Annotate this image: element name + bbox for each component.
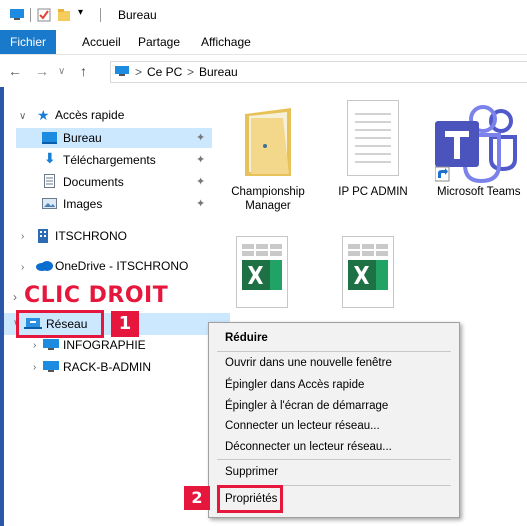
back-arrow-icon[interactable]: ←	[8, 63, 22, 79]
breadcrumb-separator: >	[135, 65, 143, 79]
menu-item-map-network-drive[interactable]: Connecter un lecteur réseau...	[225, 420, 380, 432]
building-icon	[38, 229, 48, 243]
title-bar: ▾ Bureau	[0, 0, 527, 30]
tab-affichage[interactable]: Affichage	[201, 30, 251, 54]
nav-item-bureau[interactable]: Bureau	[63, 127, 102, 149]
pin-icon: ✦	[196, 154, 206, 166]
annotation-instruction: CLIC DROIT	[24, 283, 169, 308]
menu-item-supprimer[interactable]: Supprimer	[225, 466, 278, 478]
breadcrumb-bureau[interactable]: Bureau	[199, 65, 238, 79]
forward-arrow-icon[interactable]: →	[35, 63, 49, 79]
nav-item-itschrono[interactable]: ITSCHRONO	[55, 225, 127, 247]
chevron-right-icon[interactable]: ›	[21, 262, 24, 273]
annotation-highlight-box	[217, 485, 283, 513]
nav-item-documents[interactable]: Documents	[63, 171, 124, 193]
excel-file-icon	[236, 236, 288, 308]
menu-separator	[217, 351, 451, 352]
teams-icon	[435, 105, 517, 183]
chevron-right-icon[interactable]: ›	[33, 362, 36, 373]
computer-icon	[115, 66, 129, 76]
download-icon: ⬇	[44, 150, 56, 166]
file-name: Microsoft Teams	[437, 186, 521, 198]
breadcrumb-ce-pc[interactable]: Ce PC	[147, 65, 182, 79]
images-icon	[42, 198, 57, 209]
tab-accueil[interactable]: Accueil	[82, 30, 121, 54]
cloud-icon	[36, 261, 53, 271]
up-arrow-icon[interactable]: ↑	[80, 63, 87, 79]
pin-icon: ✦	[196, 176, 206, 188]
recent-locations-icon[interactable]: ∨	[58, 66, 65, 77]
star-icon: ★	[37, 107, 50, 123]
folder-icon	[245, 108, 291, 176]
properties-quickaccess-icon[interactable]	[37, 8, 51, 22]
nav-item-onedrive[interactable]: OneDrive - ITSCHRONO	[55, 255, 188, 277]
address-bar-row: ← → ∨ ↑ > Ce PC > Bureau	[0, 55, 527, 87]
menu-item-pin-start[interactable]: Épingler à l'écran de démarrage	[225, 400, 388, 412]
chevron-right-icon[interactable]: ›	[13, 290, 17, 304]
nav-item-telechargements[interactable]: Téléchargements	[63, 149, 156, 171]
excel-file-icon	[342, 236, 394, 308]
pin-icon: ✦	[196, 132, 206, 144]
computer-icon	[43, 361, 59, 372]
nav-item-images[interactable]: Images	[63, 193, 102, 215]
documents-icon	[44, 174, 55, 188]
menu-item-disconnect-network-drive[interactable]: Déconnecter un lecteur réseau...	[225, 441, 392, 453]
desktop-icon	[42, 132, 57, 144]
breadcrumb-separator: >	[187, 65, 195, 79]
tab-partage[interactable]: Partage	[138, 30, 180, 54]
customize-toolbar-icon[interactable]: ▾	[78, 7, 83, 18]
menu-item-reduire[interactable]: Réduire	[225, 332, 268, 344]
new-folder-quickaccess-icon[interactable]	[57, 8, 71, 22]
nav-item-rack-b-admin[interactable]: RACK-B-ADMIN	[63, 356, 151, 378]
file-name: Championship Manager	[231, 186, 305, 212]
tab-fichier[interactable]: Fichier	[0, 30, 57, 54]
menu-item-pin-quick-access[interactable]: Épingler dans Accès rapide	[225, 379, 364, 391]
menu-separator	[217, 459, 451, 460]
computer-icon	[10, 9, 24, 20]
annotation-step-badge: 2	[184, 486, 210, 510]
computer-icon	[43, 339, 59, 350]
chevron-down-icon[interactable]: ∨	[19, 111, 26, 122]
pin-icon: ✦	[196, 198, 206, 210]
text-file-icon	[347, 100, 399, 176]
nav-item-infographie[interactable]: INFOGRAPHIE	[63, 334, 146, 356]
file-name: IP PC ADMIN	[338, 186, 408, 198]
nav-quick-access[interactable]: Accès rapide	[55, 104, 124, 126]
chevron-right-icon[interactable]: ›	[33, 340, 36, 351]
chevron-right-icon[interactable]: ›	[21, 231, 24, 242]
window-frame	[0, 87, 4, 526]
address-box[interactable]: > Ce PC > Bureau	[110, 61, 527, 83]
window-title: Bureau	[118, 8, 157, 22]
ribbon-tabs: Fichier Accueil Partage Affichage	[0, 30, 527, 55]
menu-item-open-new-window[interactable]: Ouvrir dans une nouvelle fenêtre	[225, 357, 392, 369]
